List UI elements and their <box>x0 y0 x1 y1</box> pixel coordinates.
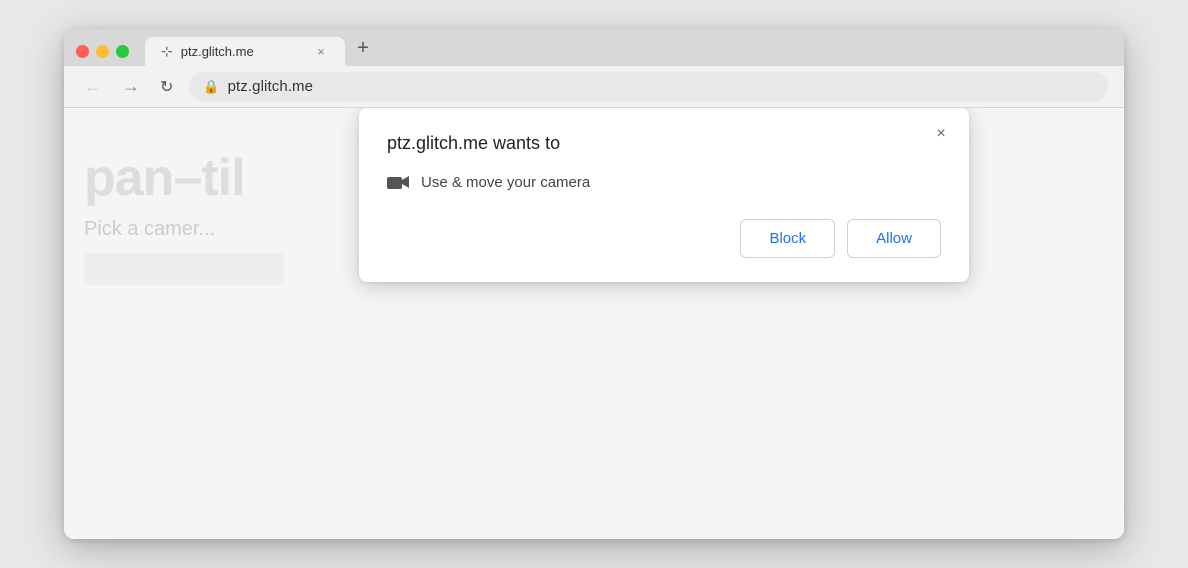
traffic-lights <box>76 45 129 66</box>
tab-title: ptz.glitch.me <box>181 44 305 59</box>
page-bg-heading: pan–til <box>84 148 245 208</box>
page-bg-input <box>84 253 284 285</box>
browser-window: ⊹ ptz.glitch.me × + ← → ↻ 🔒 ptz.glitch.m… <box>64 29 1124 539</box>
dialog-close-button[interactable]: × <box>929 122 953 146</box>
allow-button[interactable]: Allow <box>847 219 941 258</box>
address-bar: ← → ↻ 🔒 ptz.glitch.me <box>64 66 1124 108</box>
url-text: ptz.glitch.me <box>228 78 314 95</box>
browser-content: pan–til Pick a camer... × ptz.glitch.me … <box>64 108 1124 539</box>
new-tab-button[interactable]: + <box>349 38 377 66</box>
maximize-traffic-light[interactable] <box>116 45 129 58</box>
back-button[interactable]: ← <box>80 72 106 101</box>
camera-icon <box>387 173 409 191</box>
block-button[interactable]: Block <box>740 219 835 258</box>
permission-text: Use & move your camera <box>421 174 590 191</box>
tab-drag-icon: ⊹ <box>161 43 173 60</box>
lock-icon: 🔒 <box>203 79 219 95</box>
reload-button[interactable]: ↻ <box>156 73 177 101</box>
active-tab[interactable]: ⊹ ptz.glitch.me × <box>145 37 345 66</box>
tab-bar: ⊹ ptz.glitch.me × + <box>64 29 1124 66</box>
close-traffic-light[interactable] <box>76 45 89 58</box>
permission-dialog: × ptz.glitch.me wants to Use & move your… <box>359 108 969 282</box>
dialog-actions: Block Allow <box>387 219 941 258</box>
forward-button[interactable]: → <box>118 72 144 101</box>
dialog-title: ptz.glitch.me wants to <box>387 132 941 155</box>
tab-close-button[interactable]: × <box>313 44 329 60</box>
minimize-traffic-light[interactable] <box>96 45 109 58</box>
permission-item: Use & move your camera <box>387 173 941 191</box>
url-bar[interactable]: 🔒 ptz.glitch.me <box>189 72 1108 101</box>
page-bg-subtext: Pick a camer... <box>84 218 215 241</box>
